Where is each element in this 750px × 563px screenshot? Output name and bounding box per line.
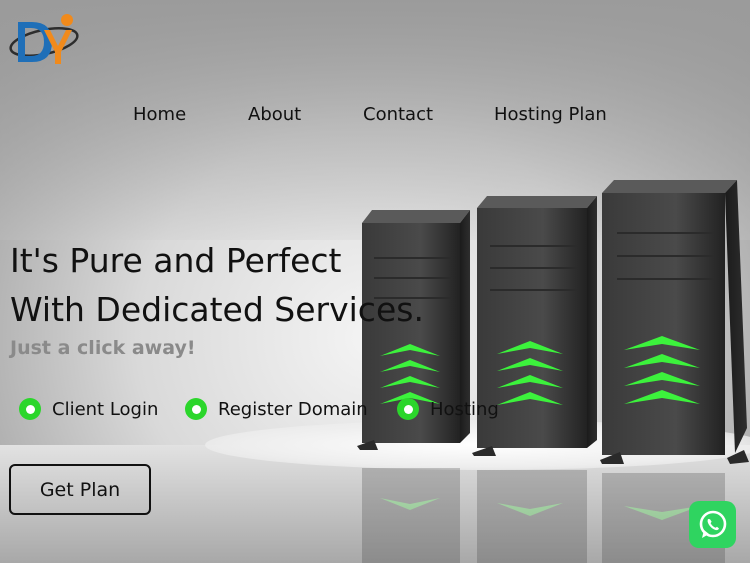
feature-label: Hosting — [430, 398, 499, 420]
feature-client-login[interactable]: Client Login — [19, 398, 158, 420]
green-dot-icon — [185, 398, 207, 420]
nav-hosting-plan[interactable]: Hosting Plan — [494, 104, 607, 125]
nav-home[interactable]: Home — [133, 104, 186, 125]
feature-list: Client Login Register Domain Hosting — [0, 398, 750, 428]
nav-about[interactable]: About — [248, 104, 301, 125]
hero-subtitle: Just a click away! — [10, 337, 196, 359]
whatsapp-icon — [699, 510, 726, 538]
green-dot-icon — [397, 398, 419, 420]
get-plan-button[interactable]: Get Plan — [9, 464, 151, 515]
feature-label: Register Domain — [218, 398, 368, 420]
nav-contact[interactable]: Contact — [363, 104, 433, 125]
hero-title-line2: With Dedicated Services. — [10, 290, 424, 329]
hero-title: It's Pure and Perfect With Dedicated Ser… — [10, 236, 424, 334]
logo[interactable] — [8, 8, 80, 68]
main-nav: Home About Contact Hosting Plan — [0, 104, 750, 130]
whatsapp-chat-button[interactable] — [689, 501, 736, 548]
green-dot-icon — [19, 398, 41, 420]
hero-title-line1: It's Pure and Perfect — [10, 241, 342, 280]
feature-label: Client Login — [52, 398, 159, 420]
feature-register-domain[interactable]: Register Domain — [185, 398, 368, 420]
feature-hosting[interactable]: Hosting — [397, 398, 499, 420]
